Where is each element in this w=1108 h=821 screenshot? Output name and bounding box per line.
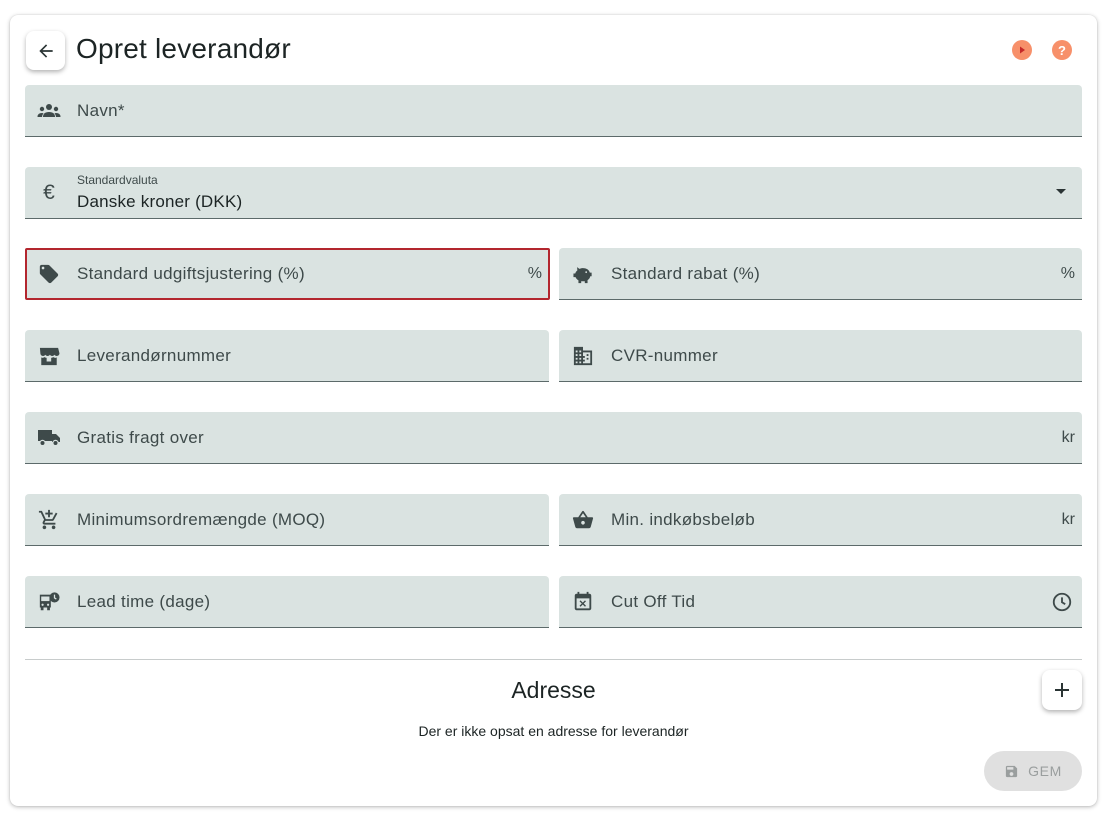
currency-suffix: kr (1061, 511, 1075, 528)
add-to-cart-icon (37, 509, 61, 531)
calendar-cancel-icon (571, 591, 595, 613)
cut-off-label: Cut Off Tid (611, 592, 696, 611)
moq-label: Minimumsordremængde (MOQ) (77, 510, 326, 529)
currency-suffix: kr (1061, 429, 1075, 446)
supplier-form-card: Opret leverandør ? Navn* € Standardvalut… (10, 15, 1097, 806)
min-purchase-field[interactable]: Min. indkøbsbeløb kr (559, 494, 1082, 546)
free-shipping-field[interactable]: Gratis fragt over kr (25, 412, 1082, 464)
discount-field[interactable]: Standard rabat (%) % (559, 248, 1082, 300)
moq-field[interactable]: Minimumsordremængde (MOQ) (25, 494, 549, 546)
add-address-button[interactable] (1042, 670, 1082, 710)
cost-adjustment-label: Standard udgiftsjustering (%) (77, 264, 305, 283)
lead-time-label: Lead time (dage) (77, 592, 211, 611)
free-shipping-label: Gratis fragt over (77, 428, 204, 447)
group-icon (37, 100, 61, 122)
bus-clock-icon (37, 591, 61, 613)
euro-icon: € (43, 181, 55, 204)
min-purchase-label: Min. indkøbsbeløb (611, 510, 755, 529)
save-label: GEM (1028, 763, 1062, 779)
truck-icon (37, 427, 61, 449)
currency-value: Danske kroner (DKK) (77, 192, 243, 211)
currency-select[interactable]: € Standardvaluta Danske kroner (DKK) (25, 167, 1082, 219)
name-label: Navn* (77, 101, 125, 120)
cut-off-field[interactable]: Cut Off Tid (559, 576, 1082, 628)
percent-suffix: % (527, 265, 542, 282)
save-icon (1006, 765, 1018, 777)
page-title: Opret leverandør (76, 33, 291, 64)
supplier-number-field[interactable]: Leverandørnummer (25, 330, 549, 382)
piggy-bank-icon (571, 263, 595, 285)
supplier-number-label: Leverandørnummer (77, 346, 232, 365)
arrow-left-icon (38, 43, 53, 58)
help-icon[interactable]: ? (1052, 40, 1072, 60)
currency-label: Standardvaluta (77, 173, 158, 187)
save-button[interactable]: GEM (984, 751, 1082, 791)
address-section-title: Adresse (511, 677, 596, 703)
address-empty-text: Der er ikke opsat en adresse for leveran… (418, 723, 689, 739)
discount-label: Standard rabat (%) (611, 264, 761, 283)
lead-time-field[interactable]: Lead time (dage) (25, 576, 549, 628)
cvr-number-field[interactable]: CVR-nummer (559, 330, 1082, 382)
plus-icon (1055, 683, 1069, 697)
store-icon (37, 345, 61, 367)
cost-adjustment-field[interactable]: Standard udgiftsjustering (%) % (25, 248, 550, 300)
play-video-icon[interactable] (1012, 40, 1032, 60)
clock-icon[interactable] (1051, 591, 1073, 618)
basket-icon (571, 509, 595, 531)
building-icon (571, 345, 595, 367)
tag-icon (37, 263, 61, 285)
dropdown-arrow-icon (1056, 189, 1066, 194)
back-button[interactable] (26, 31, 65, 70)
percent-suffix: % (1060, 265, 1075, 282)
section-divider (25, 659, 1082, 660)
cvr-number-label: CVR-nummer (611, 346, 718, 365)
name-field[interactable]: Navn* (25, 85, 1082, 137)
